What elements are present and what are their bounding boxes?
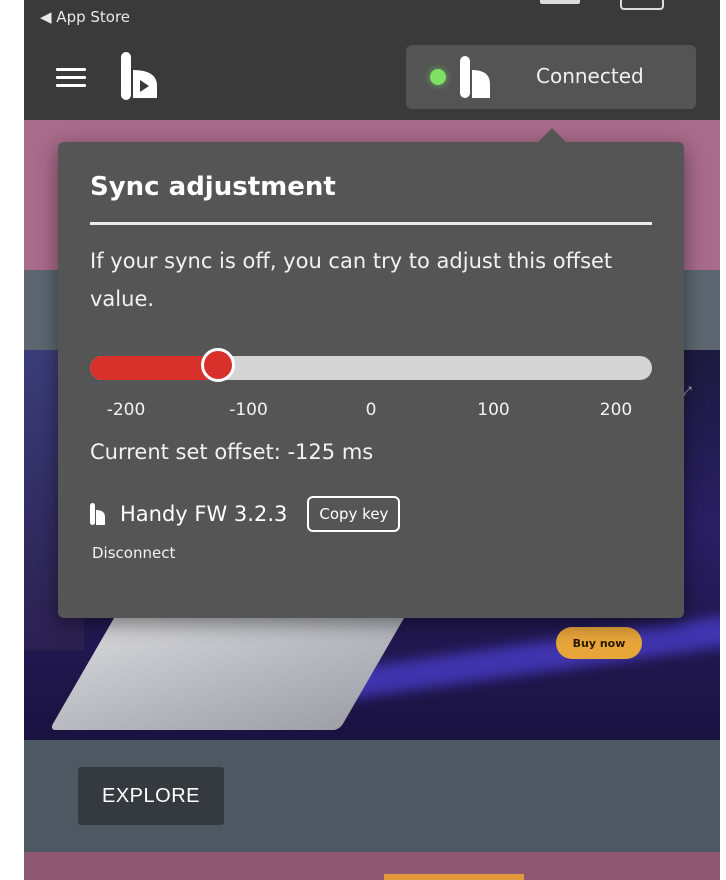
sync-adjustment-popover: Sync adjustment If your sync is off, you… <box>58 128 684 618</box>
laptop-image <box>49 610 409 730</box>
slider-fill <box>90 356 218 380</box>
status-indicators <box>540 0 664 10</box>
tick-label: 200 <box>599 400 633 420</box>
device-row: Handy FW 3.2.3 Copy key <box>90 496 401 532</box>
tick-label: 0 <box>365 400 377 420</box>
title-divider <box>90 222 652 225</box>
slider-thumb[interactable] <box>200 348 235 382</box>
hamburger-icon[interactable] <box>56 68 86 87</box>
connected-indicator-dot <box>430 69 446 85</box>
popover-arrow <box>538 128 566 142</box>
handy-logo-icon[interactable] <box>119 50 159 102</box>
handy-device-icon <box>90 503 105 525</box>
copy-key-button[interactable]: Copy key <box>307 496 401 532</box>
tick-label: -100 <box>229 400 268 420</box>
explore-button[interactable]: EXPLORE <box>78 767 224 825</box>
handy-device-icon <box>460 56 490 98</box>
app-frame: ◀ App Store Connected ⤢ Buy now EXPLORE … <box>24 0 720 880</box>
tick-label: 100 <box>477 400 510 420</box>
back-to-app-store-link[interactable]: ◀ App Store <box>40 8 130 26</box>
slider-tick-labels: -200 -100 0 100 200 <box>90 400 652 424</box>
buy-now-button[interactable]: Buy now <box>556 627 642 659</box>
connection-status-text: Connected <box>536 64 644 88</box>
connection-status-button[interactable]: Connected <box>406 45 696 109</box>
battery-icon <box>620 0 664 10</box>
popover-title: Sync adjustment <box>90 172 336 202</box>
status-bar: ◀ App Store <box>40 8 130 26</box>
offset-slider[interactable] <box>90 348 652 382</box>
current-offset-text: Current set offset: -125 ms <box>90 440 374 464</box>
footer-accent <box>384 874 524 880</box>
footer-band <box>24 852 720 880</box>
app-header: ◀ App Store Connected <box>24 0 720 120</box>
device-firmware-label: Handy FW 3.2.3 <box>120 502 288 526</box>
tick-label: -200 <box>106 400 146 420</box>
signal-icon <box>540 0 580 4</box>
popover-description: If your sync is off, you can try to adju… <box>90 249 613 311</box>
disconnect-link[interactable]: Disconnect <box>92 544 175 562</box>
